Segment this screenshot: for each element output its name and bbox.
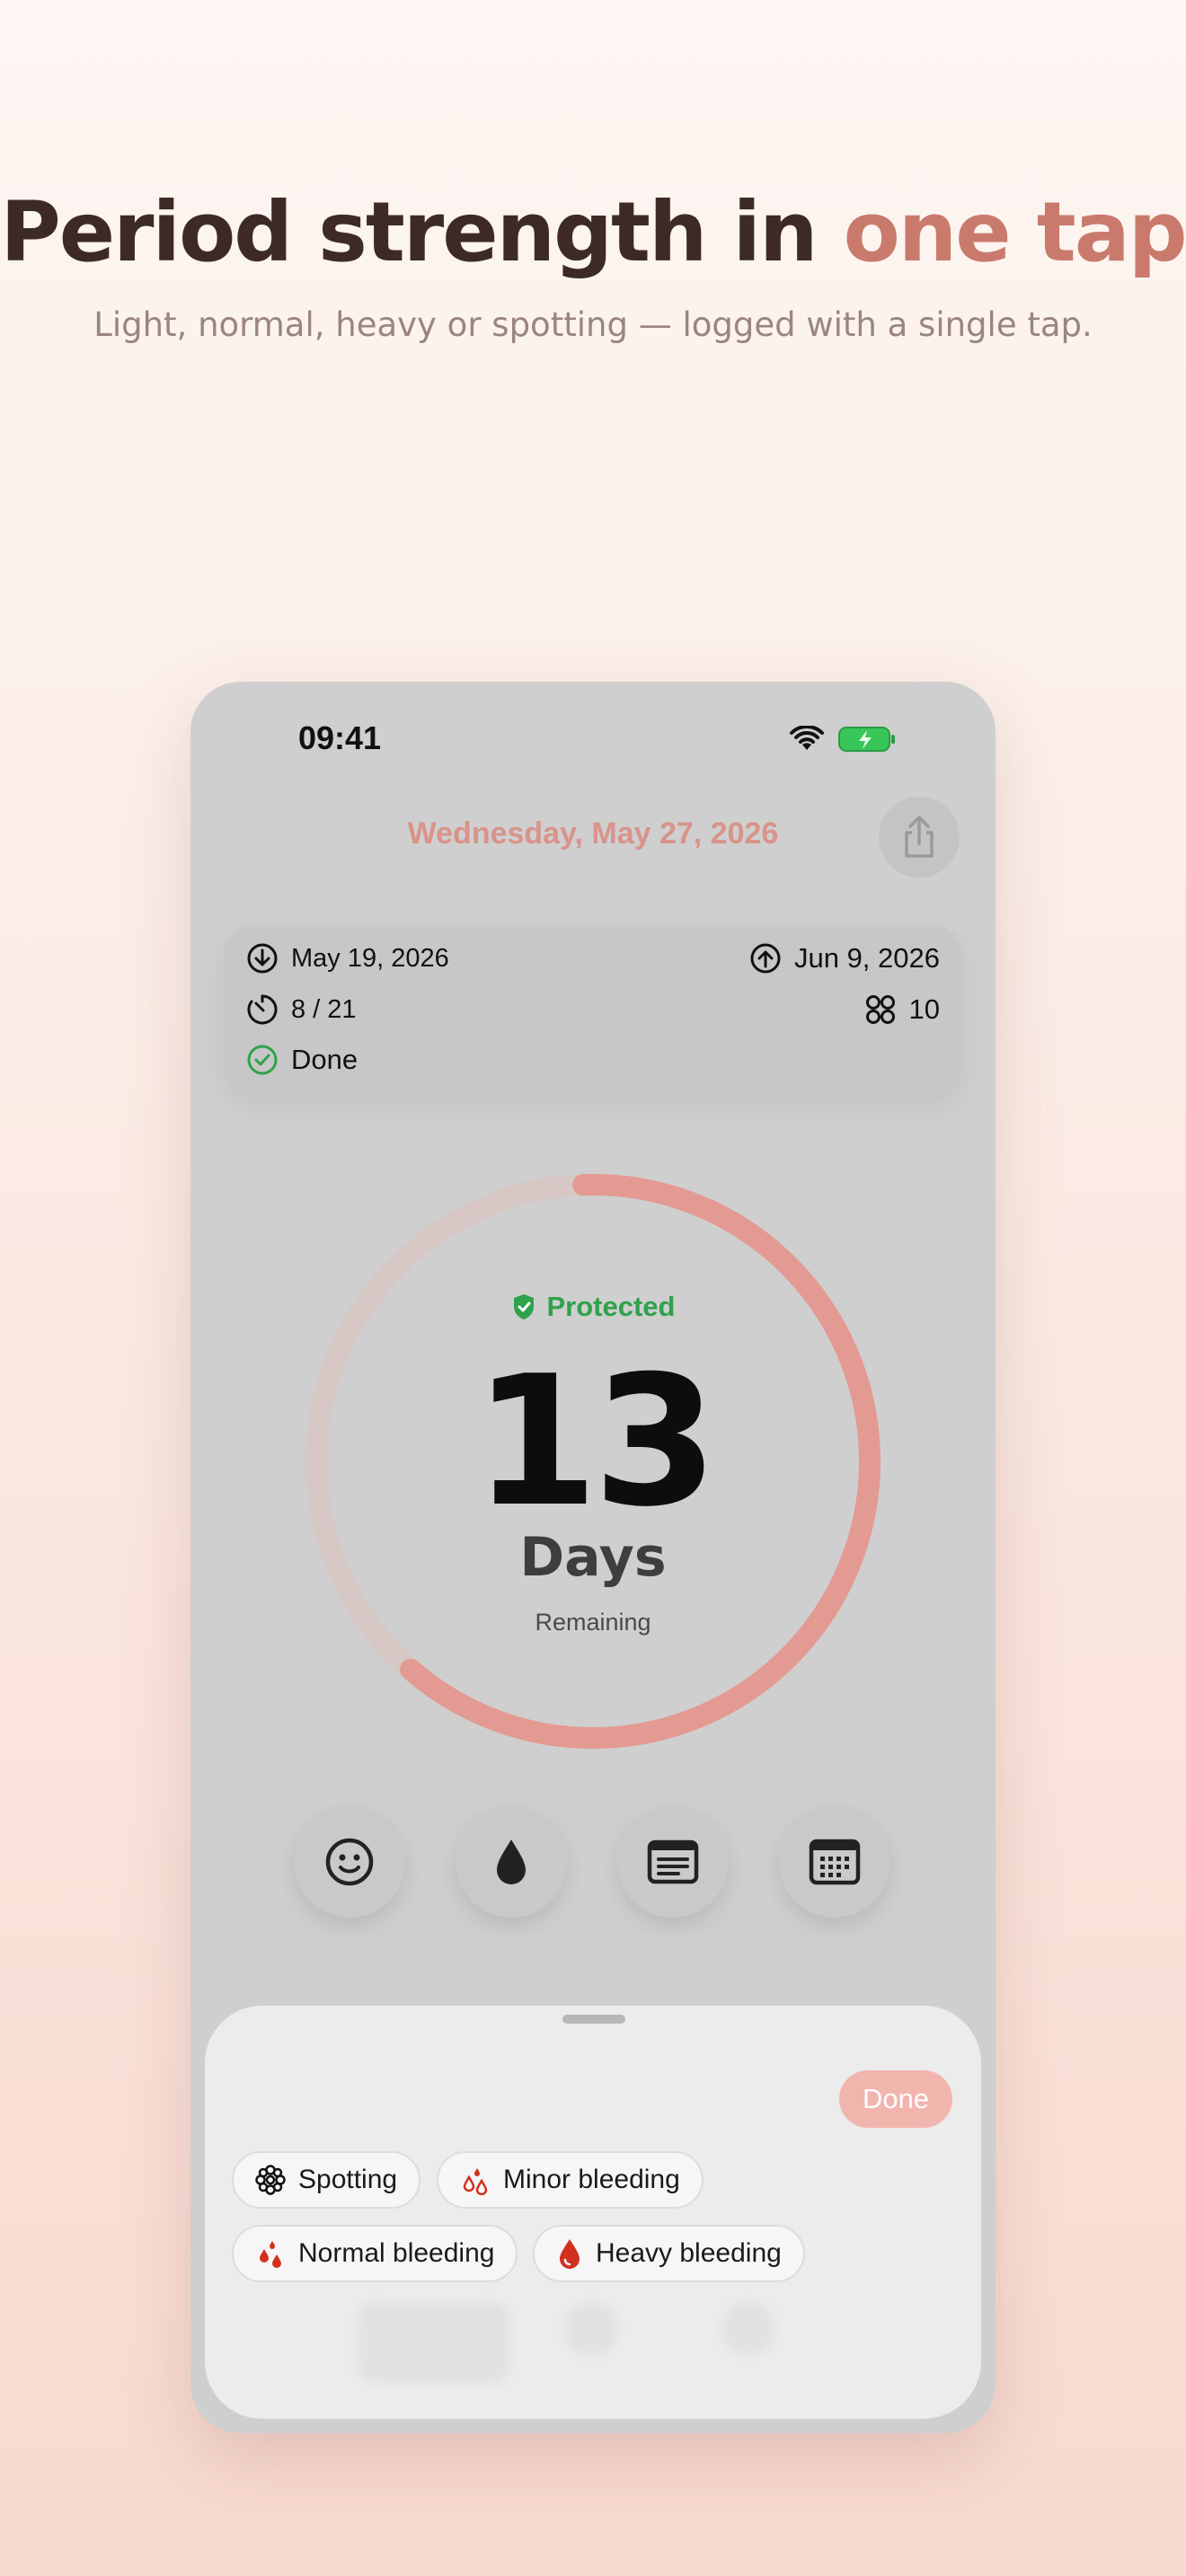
check-circle-icon xyxy=(247,1045,278,1075)
option-minor-bleeding[interactable]: Minor bleeding xyxy=(437,2151,704,2209)
blurred-content xyxy=(358,2302,510,2383)
arrow-up-circle-icon xyxy=(750,943,781,974)
battery-charging-icon xyxy=(838,727,895,752)
arrow-down-circle-icon xyxy=(247,943,278,974)
option-normal-bleeding[interactable]: Normal bleeding xyxy=(232,2225,518,2282)
drop-icon xyxy=(497,1839,526,1884)
cycle-info-card: May 19, 2026 Jun 9, 2026 8 / 21 10 Done xyxy=(225,926,961,1097)
smiley-icon xyxy=(325,1838,374,1886)
normal-bleeding-icon xyxy=(260,2241,281,2268)
status-text: Done xyxy=(291,1044,358,1075)
days-remaining-number: 13 xyxy=(473,1337,718,1547)
subheadline: Light, normal, heavy or spotting — logge… xyxy=(93,305,1093,344)
shield-check-icon xyxy=(513,1294,534,1319)
remaining-label: Remaining xyxy=(535,1609,651,1636)
minor-bleeding-icon xyxy=(463,2168,488,2195)
headline-main: Period strength in xyxy=(0,184,844,280)
option-label: Heavy bleeding xyxy=(596,2238,782,2268)
pill-count: 10 xyxy=(908,993,940,1025)
days-label: Days xyxy=(519,1526,667,1589)
status-time: 09:41 xyxy=(298,719,382,756)
calendar-icon xyxy=(809,1839,861,1885)
heavy-bleeding-icon xyxy=(560,2239,580,2269)
calendar-button[interactable] xyxy=(779,1806,890,1918)
bleeding-button[interactable] xyxy=(456,1806,567,1918)
start-date: May 19, 2026 xyxy=(291,943,449,973)
notes-button[interactable] xyxy=(617,1806,729,1918)
done-button[interactable]: Done xyxy=(839,2070,952,2128)
pill-progress: 8 / 21 xyxy=(291,994,357,1024)
notes-icon xyxy=(647,1839,699,1884)
pill-progress-row: 8 / 21 xyxy=(246,993,357,1026)
option-label: Minor bleeding xyxy=(503,2165,680,2194)
share-icon xyxy=(905,816,934,858)
progress-ring: Protected 13 Days Remaining xyxy=(298,1167,888,1756)
date-title: Wednesday, May 27, 2026 xyxy=(407,816,779,851)
start-date-row: May 19, 2026 xyxy=(246,942,449,975)
blurred-content xyxy=(721,2302,775,2356)
status-icons xyxy=(789,725,897,754)
option-spotting[interactable]: Spotting xyxy=(232,2151,421,2209)
option-heavy-bleeding[interactable]: Heavy bleeding xyxy=(533,2225,805,2282)
mood-button[interactable] xyxy=(294,1806,405,1918)
sheet-grabber[interactable] xyxy=(562,2015,625,2024)
next-date-row: Jun 9, 2026 xyxy=(749,942,940,975)
status-row: Done xyxy=(246,1044,358,1076)
option-label: Normal bleeding xyxy=(298,2238,495,2268)
option-label: Spotting xyxy=(298,2165,398,2194)
phone-screen: 09:41 Wednesday, May 27, 2026 May 19, 20… xyxy=(190,682,996,2433)
timer-icon xyxy=(247,994,278,1025)
pills-grid-icon xyxy=(865,995,895,1024)
next-date: Jun 9, 2026 xyxy=(793,942,940,974)
share-button[interactable] xyxy=(879,797,960,878)
pill-count-row: 10 xyxy=(864,993,940,1026)
protected-status: Protected xyxy=(298,1291,888,1323)
blurred-content xyxy=(564,2302,618,2356)
headline-accent: one tap xyxy=(843,184,1186,280)
bleeding-sheet: Done Spotting Minor bleeding Normal blee… xyxy=(205,2006,981,2419)
headline: Period strength in one tap xyxy=(0,184,1186,280)
protected-label: Protected xyxy=(546,1291,676,1322)
wifi-icon xyxy=(790,726,824,750)
spotting-icon xyxy=(255,2165,286,2195)
